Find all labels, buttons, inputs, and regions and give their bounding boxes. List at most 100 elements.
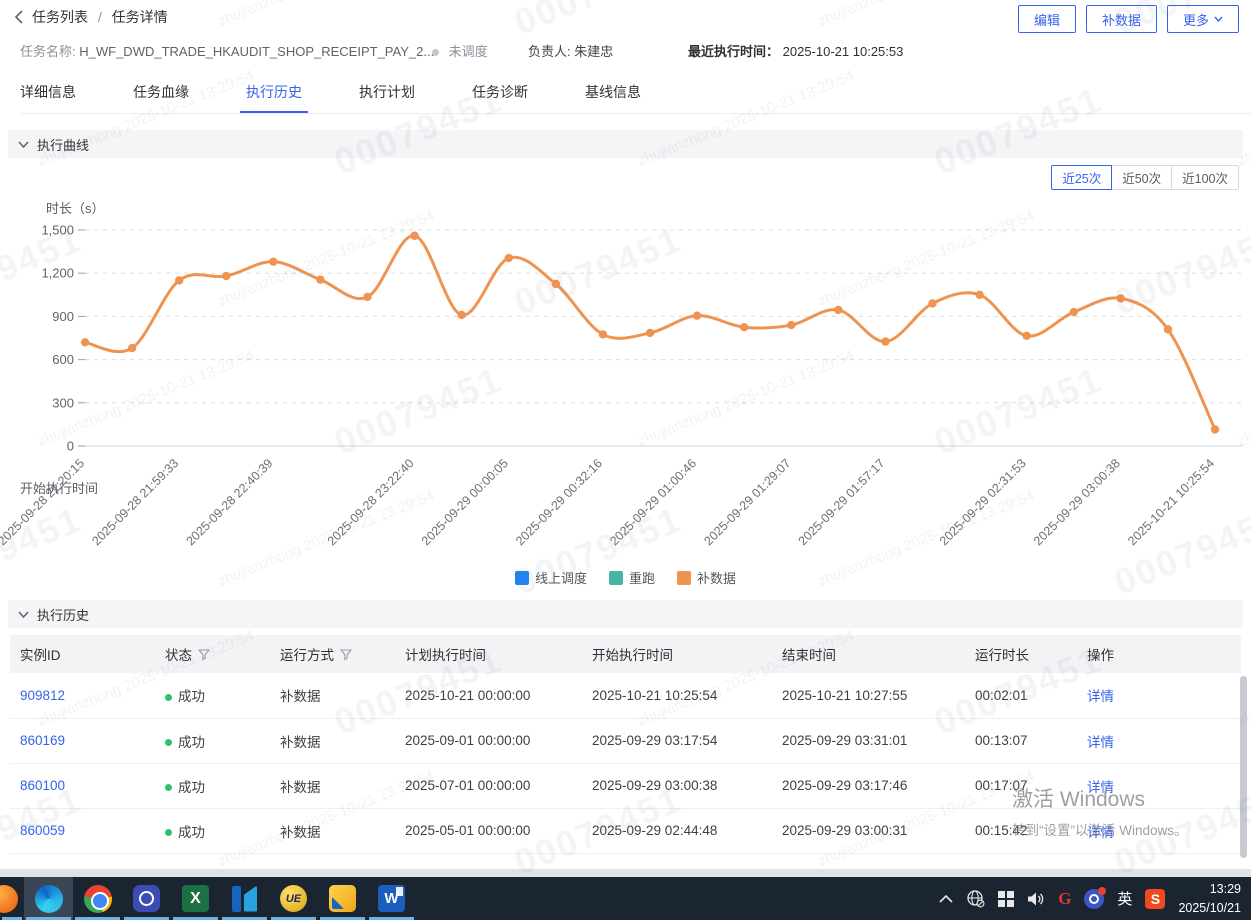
partial-app-icon[interactable] [0,877,24,920]
ime-language-indicator[interactable]: 英 [1117,888,1132,909]
legend-item-补数据[interactable]: 补数据 [677,568,736,587]
edge-icon[interactable] [24,877,73,920]
tray-chevron-up-icon[interactable] [939,894,953,903]
svg-text:2025-09-29 01:57:17: 2025-09-29 01:57:17 [796,456,888,548]
cell-plan-time: 2025-09-01 00:00:00 [395,718,582,763]
tab-6[interactable]: 基线信息 [585,82,641,113]
breadcrumb: 任务列表 / 任务详情 [32,7,168,27]
instance-id-link[interactable]: 860100 [20,778,65,793]
back-icon[interactable] [14,10,24,24]
cell-run-mode: 补数据 [270,718,395,763]
task-status-badge: 未调度 [432,41,488,60]
blue-h-app-icon[interactable] [220,877,269,920]
task-detail-page: 任务列表 / 任务详情 编辑 补数据 更多 任务名称: H_WF_DWD_TRA… [0,0,1251,920]
section-execution-curve[interactable]: 执行曲线 [8,130,1243,158]
instance-id-link[interactable]: 860059 [20,823,65,838]
more-button[interactable]: 更多 [1167,5,1239,33]
status-dot-icon [432,49,439,56]
cell-end-time: 2025-10-21 10:27:55 [772,673,965,718]
chart-legend: 线上调度 重跑 补数据 [0,568,1251,587]
vertical-scrollbar[interactable] [1240,676,1247,858]
cell-run-mode: 补数据 [270,808,395,853]
filter-icon[interactable] [340,649,352,661]
legend-item-重跑[interactable]: 重跑 [609,568,655,587]
breadcrumb-task-detail: 任务详情 [112,9,168,25]
cell-run-mode: 补数据 [270,673,395,718]
ultraedit-icon[interactable]: UE [269,877,318,920]
svg-text:1,200: 1,200 [41,266,74,281]
instance-id-link[interactable]: 909812 [20,688,65,703]
cell-status: 成功 [155,763,270,808]
y-axis-title: 时长（s） [46,198,105,217]
word-icon[interactable]: W [367,877,416,920]
cell-instance-id: 860059 [10,808,155,853]
chrome-icon[interactable] [73,877,122,920]
range-button-2[interactable]: 近50次 [1111,165,1172,190]
svg-text:2025-10-21 10:25:54: 2025-10-21 10:25:54 [1125,456,1217,548]
legend-label: 线上调度 [535,568,587,587]
col-end-time: 结束时间 [772,635,965,673]
cell-duration: 00:17:07 [965,763,1077,808]
legend-item-线上调度[interactable]: 线上调度 [515,568,587,587]
execution-curve-chart: 时长（s） 03006009001,2001,5002025-09-28 21:… [0,196,1251,562]
excel-icon[interactable]: X [171,877,220,920]
cell-instance-id: 909812 [10,673,155,718]
cell-instance-id: 860169 [10,718,155,763]
volume-icon[interactable] [1027,891,1045,907]
cell-run-mode: 补数据 [270,763,395,808]
tab-1[interactable]: 详细信息 [20,82,76,113]
filter-icon[interactable] [198,649,210,661]
table-row: 860169成功补数据2025-09-01 00:00:002025-09-29… [10,718,1241,763]
col-action: 操作 [1077,635,1241,673]
legend-swatch-icon [677,571,691,585]
tab-4[interactable]: 执行计划 [359,82,415,113]
breadcrumb-separator: / [98,9,102,25]
col-plan-time: 计划执行时间 [395,635,582,673]
col-status: 状态 [155,635,270,673]
g-app-icon[interactable]: G [1058,889,1071,909]
network-globe-icon[interactable] [966,889,985,908]
svg-text:300: 300 [52,395,74,410]
svg-text:2025-09-28 21:59:33: 2025-09-28 21:59:33 [89,456,181,548]
cell-action: 详情 [1077,718,1241,763]
range-button-3[interactable]: 近100次 [1171,165,1239,190]
svg-text:900: 900 [52,309,74,324]
instance-id-link[interactable]: 860169 [20,733,65,748]
detail-link[interactable]: 详情 [1087,780,1114,795]
cell-plan-time: 2025-07-01 00:00:00 [395,763,582,808]
svg-text:2025-09-28 22:40:39: 2025-09-28 22:40:39 [183,456,275,548]
status-dot-icon [165,784,172,791]
cell-action: 详情 [1077,808,1241,853]
header-buttons: 编辑 补数据 更多 [1018,5,1239,33]
cell-start-time: 2025-10-21 10:25:54 [582,673,772,718]
tab-5[interactable]: 任务诊断 [472,82,528,113]
cell-status: 成功 [155,808,270,853]
svg-text:2025-09-29 01:00:46: 2025-09-29 01:00:46 [607,456,699,548]
windows-grid-icon[interactable] [998,891,1014,907]
patch-data-button[interactable]: 补数据 [1086,5,1157,33]
blue-tool-app-icon[interactable] [122,877,171,920]
detail-link[interactable]: 详情 [1087,735,1114,750]
cell-start-time: 2025-09-29 02:44:48 [582,808,772,853]
taskbar-clock[interactable]: 13:29 2025/10/21 [1178,880,1241,918]
detail-link[interactable]: 详情 [1087,825,1114,840]
sogou-input-icon[interactable]: S [1145,889,1165,909]
col-start-time: 开始执行时间 [582,635,772,673]
svg-text:2025-09-28 21:20:15: 2025-09-28 21:20:15 [0,456,87,548]
tab-3[interactable]: 执行历史 [246,82,302,113]
breadcrumb-task-list[interactable]: 任务列表 [32,9,88,25]
chevron-down-icon [18,141,29,148]
svg-text:2025-09-29 00:00:05: 2025-09-29 00:00:05 [419,456,511,548]
col-duration: 运行时长 [965,635,1077,673]
range-button-1[interactable]: 近25次 [1051,165,1112,190]
detail-link[interactable]: 详情 [1087,689,1114,704]
notification-app-icon[interactable] [1084,889,1104,909]
last-exec-time: 最近执行时间： 2025-10-21 10:25:53 [688,41,903,60]
section-execution-history[interactable]: 执行历史 [8,600,1243,628]
col-instance-id: 实例ID [10,635,155,673]
cell-status: 成功 [155,673,270,718]
foxit-app-icon[interactable] [318,877,367,920]
edit-button[interactable]: 编辑 [1018,5,1076,33]
svg-text:0: 0 [67,439,74,454]
tab-2[interactable]: 任务血缘 [133,82,189,113]
